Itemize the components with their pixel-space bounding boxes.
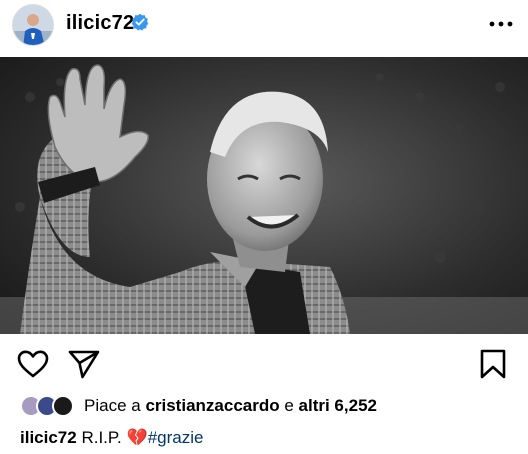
share-send-icon[interactable] xyxy=(67,348,101,380)
avatar-image xyxy=(13,5,53,45)
likes-text: Piace a cristianzaccardo e altri 6,252 xyxy=(84,396,377,416)
broken-heart-emoji: 💔 xyxy=(126,428,148,447)
likes-summary[interactable]: Piace a cristianzaccardo e altri 6,252 xyxy=(20,394,520,420)
likes-prefix: Piace a xyxy=(84,396,146,415)
post-header: ilicic72 xyxy=(0,0,528,54)
post-username[interactable]: ilicic72 xyxy=(66,12,134,35)
post-image xyxy=(0,57,528,334)
likes-middle: e xyxy=(279,396,299,415)
liker-avatars xyxy=(20,394,78,418)
like-heart-icon[interactable] xyxy=(16,348,50,380)
caption-username[interactable]: ilicic72 xyxy=(20,428,77,447)
liker-username[interactable]: cristianzaccardo xyxy=(145,396,279,415)
likes-others-count[interactable]: altri 6,252 xyxy=(299,396,377,415)
hashtag-link[interactable]: #grazie xyxy=(148,428,204,447)
post-caption: ilicic72 R.I.P. 💔#grazie xyxy=(20,428,203,448)
post-photo[interactable] xyxy=(0,57,528,334)
verified-badge-icon xyxy=(131,13,149,31)
bookmark-icon[interactable] xyxy=(476,348,510,380)
liker-avatar xyxy=(52,395,74,417)
post-actions xyxy=(0,340,528,384)
avatar[interactable] xyxy=(12,4,54,46)
more-options-icon[interactable] xyxy=(484,14,518,34)
caption-text: R.I.P. xyxy=(81,428,122,447)
